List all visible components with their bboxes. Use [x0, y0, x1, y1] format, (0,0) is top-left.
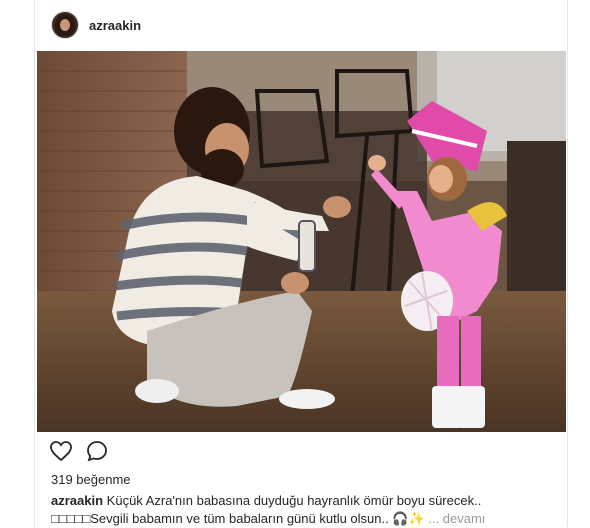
caption-username[interactable]: azraakin: [51, 493, 103, 508]
comment-icon[interactable]: [85, 439, 109, 468]
likes-count[interactable]: 319 beğenme: [51, 472, 131, 487]
avatar[interactable]: [51, 11, 79, 39]
avatar-face: [60, 19, 70, 31]
photo-illustration: [37, 51, 566, 432]
post-card: azraakin 319 beğenme azraakin Küçük Azra…: [34, 0, 568, 527]
more-link[interactable]: ... devamı: [428, 511, 485, 526]
post-header: azraakin: [35, 0, 567, 50]
post-actions: [35, 438, 109, 468]
heart-icon[interactable]: [49, 439, 73, 468]
username-link[interactable]: azraakin: [89, 18, 141, 33]
post-photo[interactable]: [37, 51, 566, 432]
post-caption: azraakin Küçük Azra'nın babasına duyduğu…: [51, 492, 556, 528]
caption-text: Küçük Azra'nın babasına duyduğu hayranlı…: [51, 493, 482, 526]
